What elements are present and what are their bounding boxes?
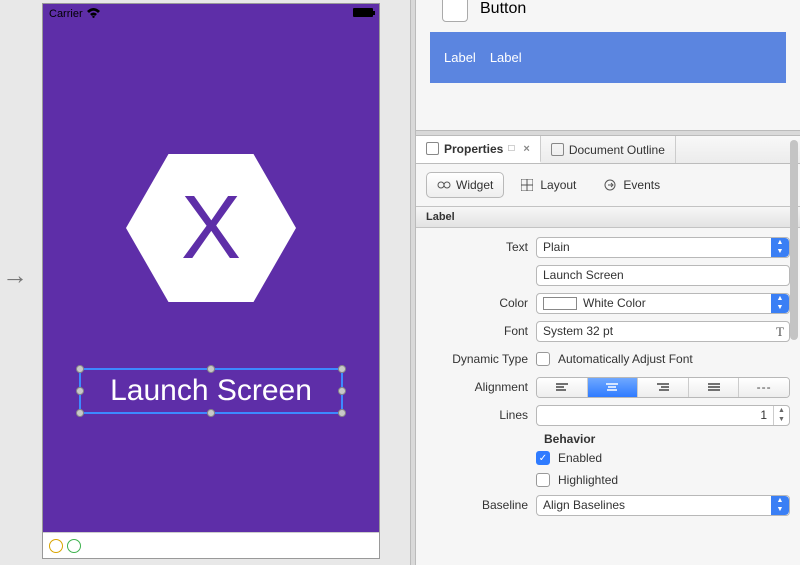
enabled-checkbox[interactable]: ✓ bbox=[536, 451, 550, 465]
selected-label[interactable]: Launch Screen bbox=[79, 368, 343, 414]
stepper-icon: ▲▼ bbox=[771, 496, 789, 515]
alignment-segmented[interactable]: --- bbox=[536, 377, 790, 398]
status-bar: Carrier bbox=[43, 4, 379, 24]
logo-x-icon: X bbox=[126, 154, 296, 302]
events-icon bbox=[604, 179, 618, 191]
logo-image[interactable]: X bbox=[126, 154, 296, 302]
scrollbar[interactable] bbox=[790, 140, 798, 340]
button-preview-icon bbox=[442, 0, 468, 22]
tab-label: Document Outline bbox=[569, 143, 665, 157]
outline-icon bbox=[551, 143, 564, 156]
scene-view-controller-icon[interactable] bbox=[49, 539, 63, 553]
tab-label: Layout bbox=[540, 178, 576, 192]
wifi-icon bbox=[87, 8, 100, 21]
section-header-label: Label bbox=[416, 206, 800, 228]
properties-icon bbox=[426, 142, 439, 155]
scene-exit-icon[interactable] bbox=[67, 539, 81, 553]
prop-label-dyntype: Dynamic Type bbox=[416, 352, 536, 366]
color-swatch bbox=[543, 297, 577, 310]
align-justify-button[interactable] bbox=[689, 378, 740, 397]
enabled-label: Enabled bbox=[558, 451, 602, 465]
layout-icon bbox=[521, 179, 535, 191]
widget-icon bbox=[437, 179, 451, 191]
stepper-icon[interactable]: ▲▼ bbox=[773, 406, 789, 425]
color-select[interactable]: White Color ▲▼ bbox=[536, 293, 790, 314]
dyntype-checkbox[interactable] bbox=[536, 352, 550, 366]
prop-label-font: Font bbox=[416, 324, 536, 338]
tab-label: Events bbox=[623, 178, 660, 192]
tab-widget[interactable]: Widget bbox=[426, 172, 504, 198]
align-left-button[interactable] bbox=[537, 378, 588, 397]
toolbox-item-label-selected[interactable]: Label Label bbox=[430, 32, 786, 83]
text-value-input[interactable]: Launch Screen bbox=[536, 265, 790, 286]
launch-screen-view[interactable]: X Launch Screen bbox=[43, 24, 379, 532]
prop-label-baseline: Baseline bbox=[416, 498, 536, 512]
device-frame[interactable]: Carrier X Launch Screen bbox=[42, 3, 380, 559]
pin-icon[interactable]: □ bbox=[508, 143, 514, 154]
battery-icon bbox=[353, 8, 373, 17]
highlighted-checkbox[interactable] bbox=[536, 473, 550, 487]
inspector-pane: Button Label Label Properties □ × Docume… bbox=[416, 0, 800, 565]
tab-layout[interactable]: Layout bbox=[510, 172, 587, 198]
font-input[interactable]: System 32 pt T bbox=[536, 321, 790, 342]
stepper-icon: ▲▼ bbox=[771, 238, 789, 257]
font-picker-icon[interactable]: T bbox=[776, 324, 784, 340]
toolbox-item-button[interactable]: Button bbox=[442, 0, 786, 22]
selected-label-text: Launch Screen bbox=[110, 374, 312, 408]
prop-label-color: Color bbox=[416, 296, 536, 310]
scene-dock[interactable] bbox=[43, 532, 379, 558]
align-right-button[interactable] bbox=[638, 378, 689, 397]
toolbox-label-preview: Label bbox=[444, 50, 476, 65]
toolbox-item-label: Label bbox=[490, 50, 522, 65]
dyntype-check-label: Automatically Adjust Font bbox=[558, 352, 693, 366]
toolbox: Button Label Label bbox=[416, 0, 800, 130]
baseline-select[interactable]: Align Baselines ▲▼ bbox=[536, 495, 790, 516]
tab-events[interactable]: Events bbox=[593, 172, 671, 198]
tab-properties[interactable]: Properties □ × bbox=[416, 136, 541, 163]
tab-label: Widget bbox=[456, 178, 493, 192]
text-type-select[interactable]: Plain ▲▼ bbox=[536, 237, 790, 258]
tab-label: Properties bbox=[444, 142, 503, 156]
design-canvas-pane: → Carrier X Launch bbox=[0, 0, 410, 565]
tab-document-outline[interactable]: Document Outline bbox=[541, 136, 676, 163]
widget-tabstrip: Widget Layout Events bbox=[416, 164, 800, 206]
align-center-button[interactable] bbox=[588, 378, 639, 397]
carrier-label: Carrier bbox=[49, 8, 83, 20]
align-natural-button[interactable]: --- bbox=[739, 378, 789, 397]
lines-input[interactable]: 1 ▲▼ bbox=[536, 405, 790, 426]
prop-label-alignment: Alignment bbox=[416, 380, 536, 394]
behavior-heading: Behavior bbox=[544, 432, 790, 446]
close-icon[interactable]: × bbox=[523, 143, 529, 155]
properties-body: Text Plain ▲▼ Launch Screen Color bbox=[416, 228, 800, 565]
panel-tabstrip: Properties □ × Document Outline bbox=[416, 136, 800, 164]
stepper-icon: ▲▼ bbox=[771, 294, 789, 313]
highlighted-label: Highlighted bbox=[558, 473, 618, 487]
prop-label-lines: Lines bbox=[416, 408, 536, 422]
prop-label-text: Text bbox=[416, 240, 536, 254]
nav-arrow-icon[interactable]: → bbox=[2, 260, 28, 291]
toolbox-item-label: Button bbox=[480, 0, 526, 18]
